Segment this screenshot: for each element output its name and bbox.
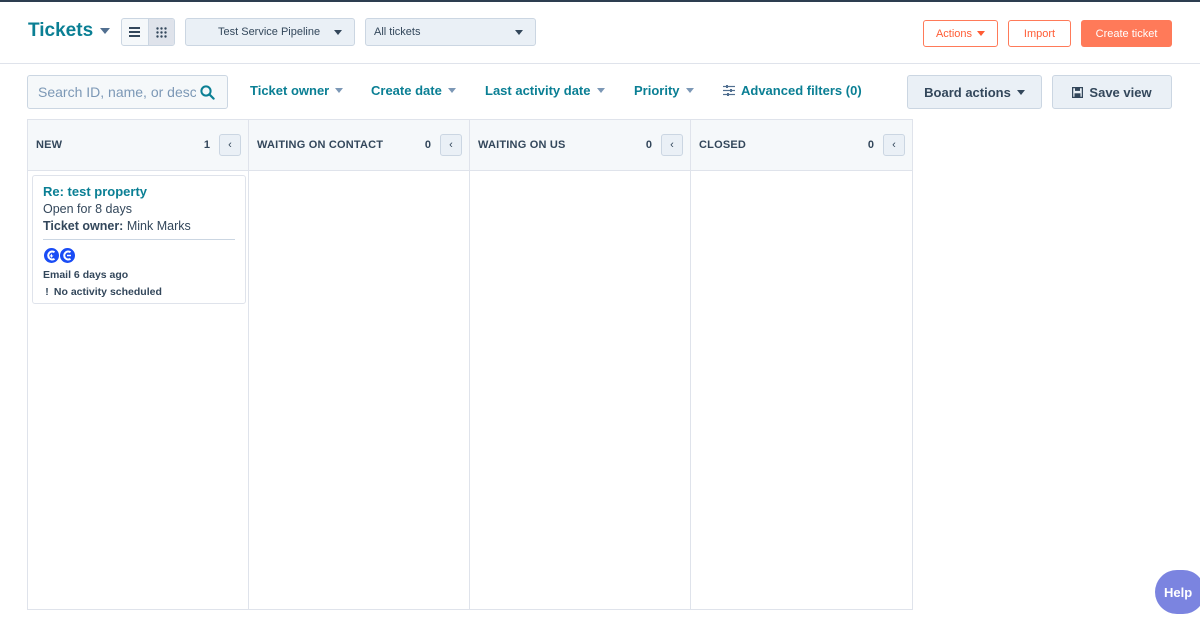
card-divider xyxy=(43,239,235,240)
chevron-down-icon xyxy=(100,28,111,34)
collapse-column-button[interactable]: ‹ xyxy=(440,134,462,156)
priority-filter-label: Priority xyxy=(634,83,680,98)
search-icon[interactable] xyxy=(200,84,215,100)
last-activity: Email 6 days ago xyxy=(43,269,129,281)
ticket-owner-name: Mink Marks xyxy=(126,219,191,233)
chevron-down-icon xyxy=(334,29,342,35)
actions-label: Actions xyxy=(935,27,973,40)
create-ticket-label: Create ticket xyxy=(1095,27,1158,40)
create-date-filter[interactable]: Create date xyxy=(371,83,456,98)
sliders-icon xyxy=(723,85,735,96)
ticket-owner: Ticket owner: Mink Marks xyxy=(43,219,235,233)
chevron-left-icon: ‹ xyxy=(670,139,674,151)
save-view-button[interactable]: Save view xyxy=(1052,75,1172,109)
ticket-owner-label: Ticket owner: xyxy=(43,219,124,233)
ticket-card[interactable]: Re: test property Open for 8 days Ticket… xyxy=(32,175,246,304)
collapse-column-button[interactable]: ‹ xyxy=(661,134,683,156)
search-input[interactable] xyxy=(38,84,196,100)
ticket-open-duration: Open for 8 days xyxy=(43,202,132,216)
column-count: 0 xyxy=(867,139,874,151)
associated-records xyxy=(43,247,235,264)
company-logo-icon xyxy=(63,250,72,261)
chevron-down-icon xyxy=(977,31,986,36)
board-actions-button[interactable]: Board actions xyxy=(907,75,1042,109)
last-activity-date-filter-label: Last activity date xyxy=(485,83,591,98)
actions-button[interactable]: Actions xyxy=(923,20,998,47)
page-title-dropdown[interactable]: Tickets xyxy=(28,20,111,42)
chevron-down-icon xyxy=(515,29,523,35)
ticket-board: NEW 1 ‹ Re: test property Open for 8 day… xyxy=(27,119,913,610)
column-header: WAITING ON US 0 ‹ xyxy=(470,120,690,171)
column-header: NEW 1 ‹ xyxy=(28,120,248,171)
column-name: NEW xyxy=(36,139,63,151)
ticket-card-title[interactable]: Re: test property xyxy=(43,184,235,199)
chevron-left-icon: ‹ xyxy=(449,139,453,151)
import-button[interactable]: Import xyxy=(1008,20,1071,47)
page-title: Tickets xyxy=(28,20,94,41)
chevron-left-icon: ‹ xyxy=(228,139,232,151)
chevron-down-icon xyxy=(447,88,456,93)
advanced-filters-button[interactable]: Advanced filters (0) xyxy=(723,83,862,98)
create-date-filter-label: Create date xyxy=(371,83,442,98)
grid-icon xyxy=(156,26,167,38)
chevron-left-icon: ‹ xyxy=(892,139,896,151)
advanced-filters-label: Advanced filters (0) xyxy=(741,83,862,98)
save-icon xyxy=(1072,86,1084,98)
create-ticket-button[interactable]: Create ticket xyxy=(1081,20,1172,47)
pipeline-select-value: Test Service Pipeline xyxy=(218,26,321,38)
warning-icon: ! xyxy=(45,286,49,298)
import-label: Import xyxy=(1023,27,1056,40)
board-column-waiting-on-us: WAITING ON US 0 ‹ xyxy=(470,120,691,609)
ticket-owner-filter-label: Ticket owner xyxy=(250,83,330,98)
board-column-closed: CLOSED 0 ‹ xyxy=(691,120,912,609)
help-button[interactable]: Help xyxy=(1155,570,1200,614)
avatar[interactable] xyxy=(59,247,76,264)
save-view-label: Save view xyxy=(1089,84,1152,100)
avatar[interactable] xyxy=(43,247,60,264)
board-column-waiting-on-contact: WAITING ON CONTACT 0 ‹ xyxy=(249,120,470,609)
board-column-new: NEW 1 ‹ Re: test property Open for 8 day… xyxy=(28,120,249,609)
next-activity: ! No activity scheduled xyxy=(43,286,235,298)
pipeline-select[interactable]: Test Service Pipeline xyxy=(185,18,355,46)
chevron-down-icon xyxy=(596,88,605,93)
search-box xyxy=(27,75,228,109)
column-name: WAITING ON US xyxy=(478,139,566,151)
company-logo-icon xyxy=(47,250,56,261)
column-header: CLOSED 0 ‹ xyxy=(691,120,912,171)
chevron-down-icon xyxy=(335,88,344,93)
board-view-button[interactable] xyxy=(147,19,174,45)
view-select[interactable]: All tickets xyxy=(365,18,536,46)
ticket-owner-filter[interactable]: Ticket owner xyxy=(250,83,344,98)
column-header: WAITING ON CONTACT 0 ‹ xyxy=(249,120,469,171)
column-name: WAITING ON CONTACT xyxy=(257,139,384,151)
last-activity-date-filter[interactable]: Last activity date xyxy=(485,83,605,98)
view-toggle xyxy=(121,18,175,46)
column-count: 1 xyxy=(203,139,210,151)
column-count: 0 xyxy=(424,139,431,151)
help-label: Help xyxy=(1164,584,1193,600)
chevron-down-icon xyxy=(1016,89,1025,95)
collapse-column-button[interactable]: ‹ xyxy=(219,134,241,156)
collapse-column-button[interactable]: ‹ xyxy=(883,134,905,156)
column-count: 0 xyxy=(645,139,652,151)
chevron-down-icon xyxy=(685,88,694,93)
column-name: CLOSED xyxy=(699,139,747,151)
list-view-button[interactable] xyxy=(122,19,148,45)
board-actions-label: Board actions xyxy=(924,84,1011,100)
no-activity-text: No activity scheduled xyxy=(53,286,162,298)
view-select-value: All tickets xyxy=(374,26,421,38)
page-header: Tickets Test Service Pipeline All ticket… xyxy=(0,2,1200,64)
priority-filter[interactable]: Priority xyxy=(634,83,694,98)
list-icon xyxy=(129,27,141,37)
